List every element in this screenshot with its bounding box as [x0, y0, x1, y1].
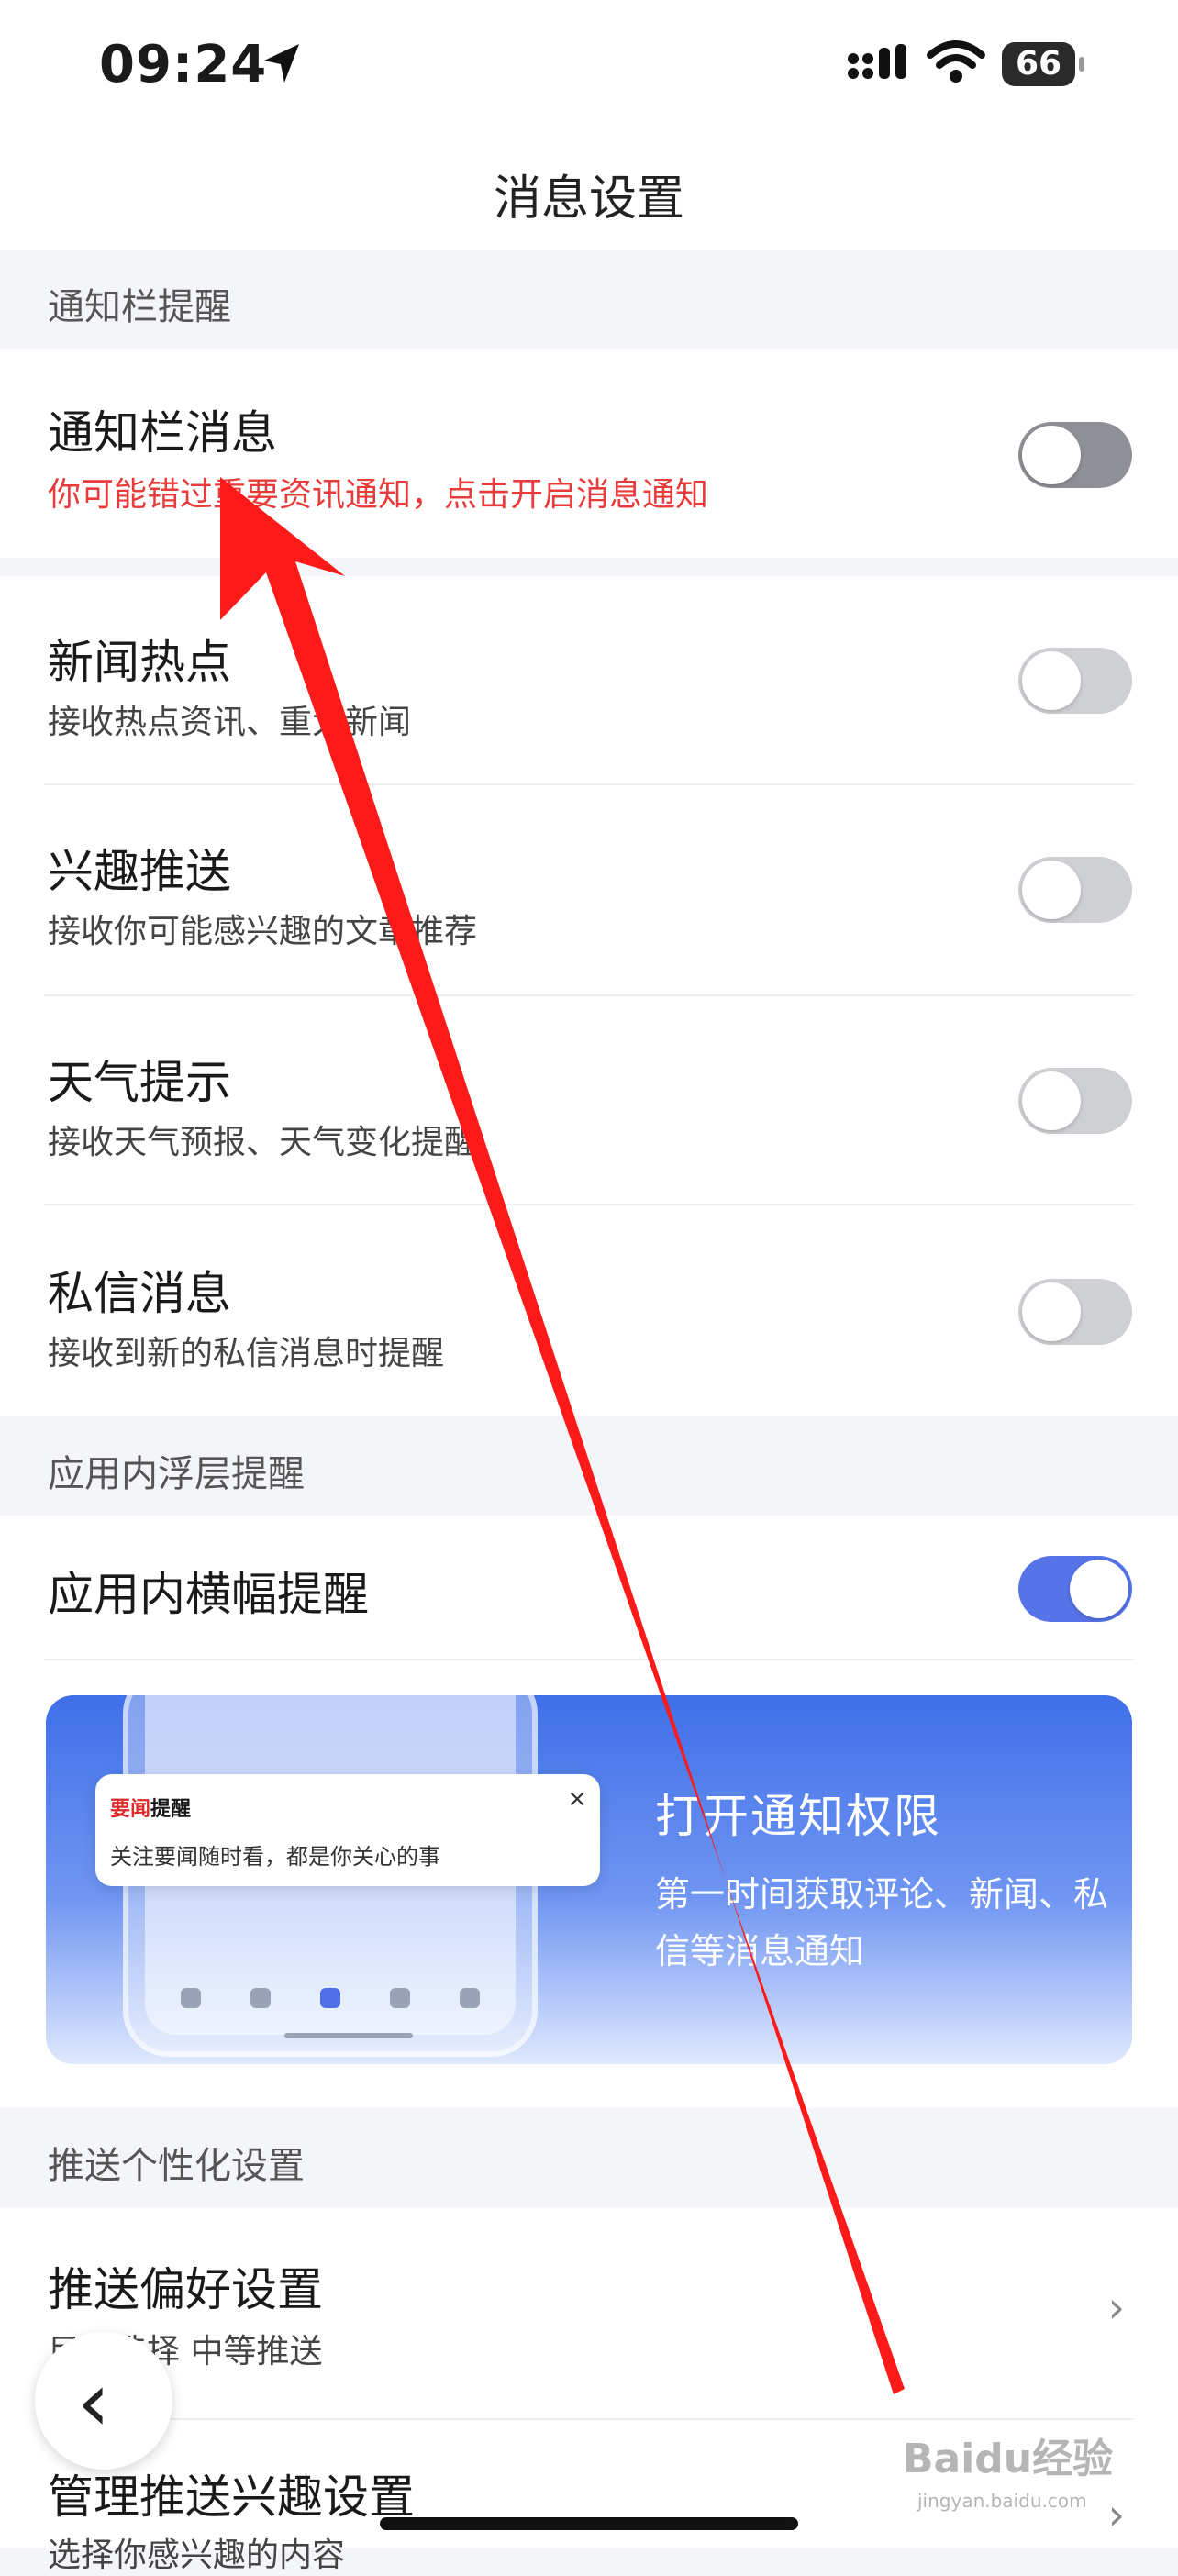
status-bar: 09:24 66 — [0, 0, 1178, 138]
row-private-message[interactable]: 私信消息 接收到新的私信消息时提醒 — [0, 1205, 1178, 1416]
notification-title-highlight: 要闻 — [110, 1798, 151, 1821]
row-subtitle: 接收热点资讯、重大新闻 — [48, 704, 412, 741]
row-hot-news[interactable]: 新闻热点 接收热点资讯、重大新闻 — [0, 576, 1178, 785]
enable-notification-promo[interactable]: 要闻提醒 关注要闻随时看，都是你关心的事 × 打开通知权限 第一时间获取评论、新… — [46, 1695, 1132, 2064]
microphone-icon — [320, 1988, 340, 2008]
row-subtitle-warning: 你可能错过重要资讯通知，点击开启消息通知 — [48, 476, 709, 514]
in-app-banner-toggle[interactable] — [1018, 1556, 1132, 1622]
home-indicator[interactable] — [380, 2517, 798, 2530]
row-title: 通知栏消息 — [48, 406, 277, 460]
paw-icon — [181, 1988, 201, 2008]
row-subtitle: 接收天气预报、天气变化提醒 — [48, 1124, 478, 1161]
section-header-notification-bar: 通知栏提醒 — [0, 250, 1178, 349]
row-title: 新闻热点 — [48, 636, 231, 689]
toggle-knob — [1022, 1282, 1081, 1341]
row-push-preference[interactable]: 推送偏好设置 目前选择 中等推送 › — [0, 2207, 1178, 2420]
battery-icon: 66 — [1002, 42, 1084, 86]
close-icon: × — [567, 1785, 587, 1813]
row-subtitle: 接收到新的私信消息时提醒 — [48, 1335, 445, 1372]
message-icon — [390, 1988, 410, 2008]
weather-toggle[interactable] — [1018, 1068, 1132, 1134]
row-subtitle: 接收你可能感兴趣的文章推荐 — [48, 913, 478, 950]
notification-bar-toggle[interactable] — [1018, 422, 1132, 488]
section-label: 推送个性化设置 — [48, 2145, 305, 2187]
promo-subtitle: 第一时间获取评论、新闻、私信等消息通知 — [655, 1874, 1109, 1971]
status-time: 09:24 — [99, 35, 268, 94]
promo-title: 打开通知权限 — [655, 1790, 941, 1843]
section-header-in-app: 应用内浮层提醒 — [0, 1416, 1178, 1516]
section-label: 通知栏提醒 — [48, 286, 231, 328]
row-title: 推送偏好设置 — [48, 2263, 323, 2316]
nav-bar: 消息设置 — [0, 138, 1178, 250]
chevron-right-icon: › — [1107, 2282, 1125, 2332]
interest-push-toggle[interactable] — [1018, 857, 1132, 923]
row-subtitle: 选择你感兴趣的内容 — [48, 2537, 346, 2574]
row-title: 管理推送兴趣设置 — [48, 2471, 415, 2524]
row-interest-push[interactable]: 兴趣推送 接收你可能感兴趣的文章推荐 — [0, 785, 1178, 996]
play-icon — [250, 1988, 271, 2008]
chevron-right-icon: › — [1107, 2490, 1125, 2539]
sample-notification-card: 要闻提醒 关注要闻随时看，都是你关心的事 × — [95, 1774, 600, 1886]
row-title: 应用内横幅提醒 — [48, 1568, 369, 1621]
cellular-signal-icon — [848, 44, 906, 79]
toggle-knob — [1022, 651, 1081, 710]
back-button[interactable]: ‹ — [35, 2332, 172, 2470]
phone-home-indicator — [284, 2033, 413, 2038]
notification-text: 关注要闻随时看，都是你关心的事 — [110, 1844, 440, 1870]
wifi-icon — [927, 40, 985, 83]
chevron-left-icon: ‹ — [77, 2354, 110, 2450]
user-icon — [460, 1988, 480, 2008]
row-weather[interactable]: 天气提示 接收天气预报、天气变化提醒 — [0, 996, 1178, 1205]
section-label: 应用内浮层提醒 — [48, 1453, 305, 1495]
toggle-knob — [1070, 1560, 1128, 1618]
page-title: 消息设置 — [493, 172, 684, 227]
watermark-logo: Baidu经验 — [903, 2436, 1114, 2482]
toggle-knob — [1022, 861, 1081, 919]
row-title: 天气提示 — [48, 1056, 231, 1109]
section-header-personalization: 推送个性化设置 — [0, 2108, 1178, 2207]
notification-title-rest: 提醒 — [150, 1798, 192, 1821]
hot-news-toggle[interactable] — [1018, 648, 1132, 714]
private-message-toggle[interactable] — [1018, 1279, 1132, 1345]
phone-tab-bar — [156, 1972, 505, 2024]
row-title: 私信消息 — [48, 1267, 231, 1320]
location-arrow-icon — [264, 44, 299, 83]
toggle-knob — [1022, 426, 1081, 484]
toggle-knob — [1022, 1071, 1081, 1130]
divider — [44, 1659, 1134, 1660]
row-notification-bar-message[interactable]: 通知栏消息 你可能错过重要资讯通知，点击开启消息通知 — [0, 349, 1178, 558]
row-title: 兴趣推送 — [48, 845, 231, 898]
notification-title: 要闻提醒 — [110, 1793, 191, 1822]
watermark-url: jingyan.baidu.com — [917, 2490, 1087, 2512]
